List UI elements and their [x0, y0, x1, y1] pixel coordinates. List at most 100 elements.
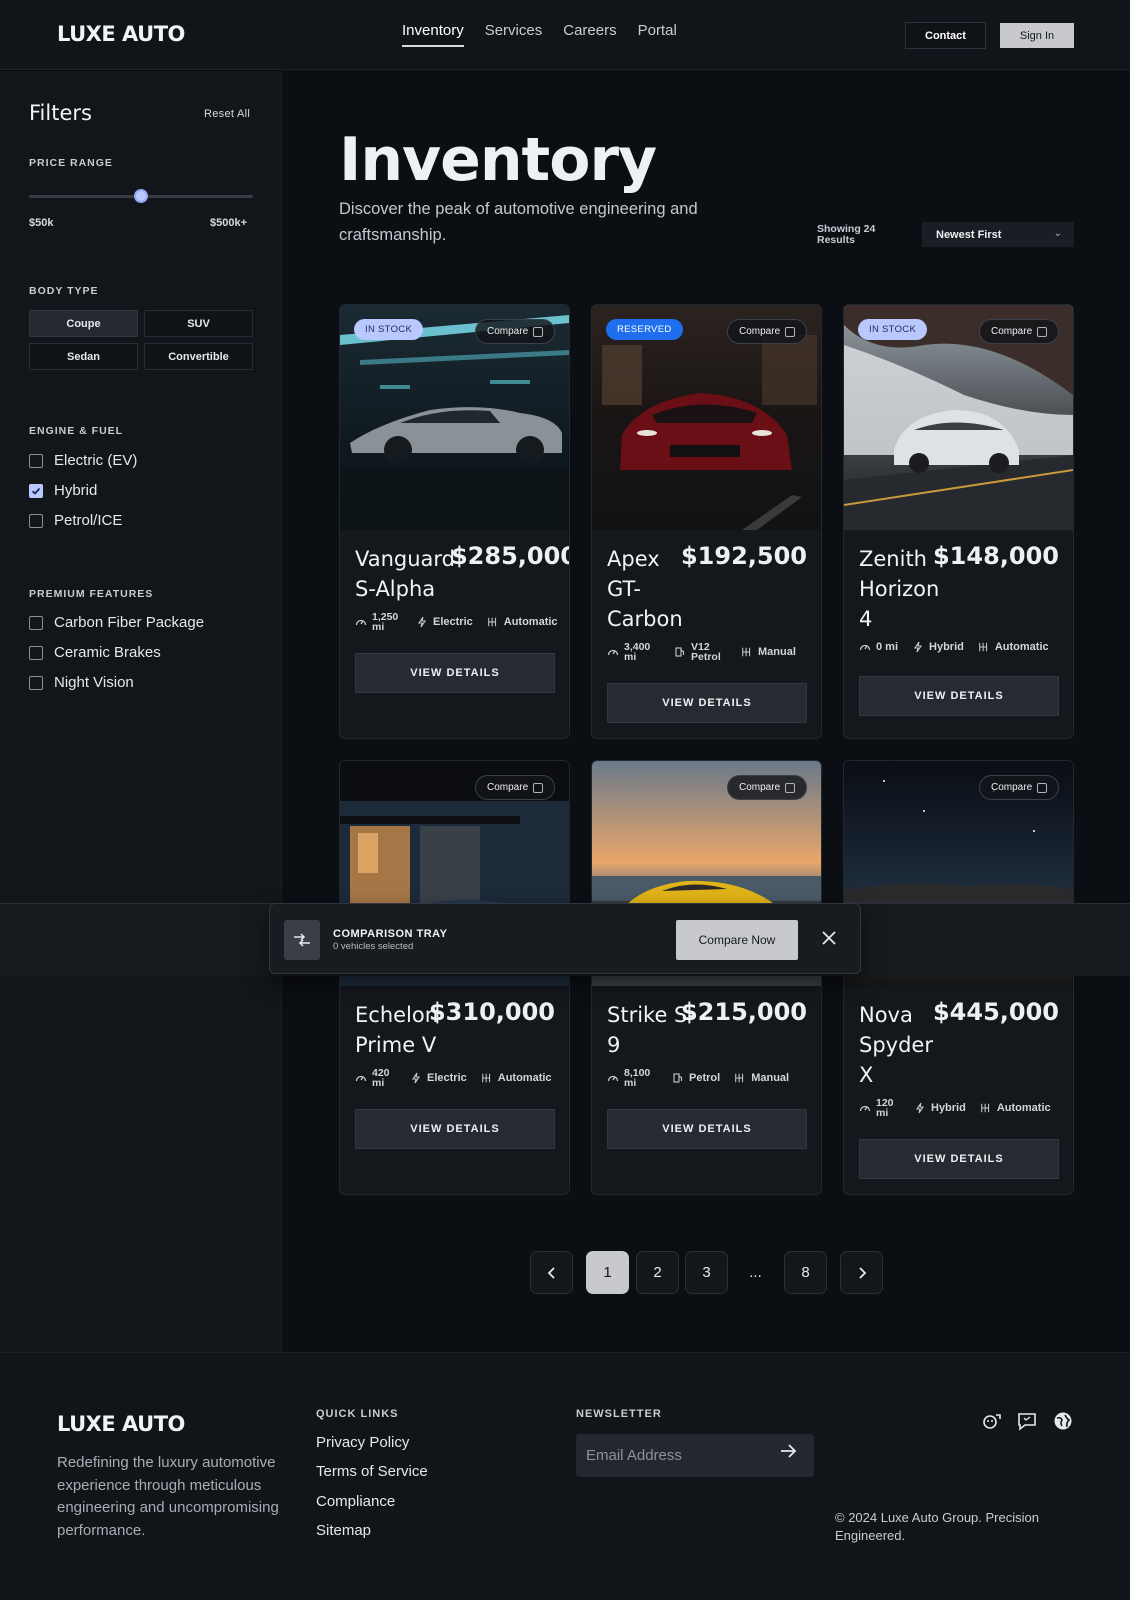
spec-transmission-value: Automatic [497, 1072, 552, 1084]
feature-option-night-vision[interactable]: Night Vision [29, 674, 134, 691]
body-type-label: BODY TYPE [29, 285, 99, 297]
social-community-icon[interactable] [981, 1410, 1003, 1432]
compare-checkbox[interactable] [533, 327, 543, 337]
status-badge: IN STOCK [858, 319, 928, 340]
vehicle-specs: 1,250 mi Electric Automatic [355, 612, 569, 632]
next-page-button[interactable] [840, 1251, 883, 1294]
body-type-sedan[interactable]: Sedan [29, 343, 138, 370]
page-ellipsis: ... [749, 1264, 762, 1281]
view-details-button[interactable]: VIEW DETAILS [607, 1109, 807, 1149]
premium-features-label: PREMIUM FEATURES [29, 588, 154, 600]
checkbox[interactable] [29, 645, 43, 660]
compare-checkbox[interactable] [785, 327, 795, 337]
spec-mileage-value: 8,100 mi [624, 1067, 651, 1089]
compare-toggle[interactable]: Compare [979, 319, 1059, 344]
feature-option-carbon-fiber[interactable]: Carbon Fiber Package [29, 614, 204, 631]
feature-option-label: Ceramic Brakes [54, 644, 161, 661]
sign-in-button[interactable]: Sign In [1000, 23, 1074, 48]
compare-toggle[interactable]: Compare [475, 775, 555, 800]
footer-link-compliance[interactable]: Compliance [316, 1493, 395, 1510]
compare-toggle[interactable]: Compare [979, 775, 1059, 800]
compare-toggle[interactable]: Compare [727, 319, 807, 344]
compare-now-button[interactable]: Compare Now [676, 920, 798, 960]
page-button-3[interactable]: 3 [685, 1251, 728, 1294]
body-type-suv[interactable]: SUV [144, 310, 253, 337]
spec-transmission: Manual [741, 646, 796, 658]
engine-option-electric[interactable]: Electric (EV) [29, 452, 137, 469]
fuel-pump-icon [674, 646, 686, 658]
gears-icon [734, 1072, 746, 1084]
arrow-right-icon[interactable] [780, 1443, 798, 1464]
view-details-button[interactable]: VIEW DETAILS [859, 1139, 1059, 1179]
gears-icon [741, 646, 753, 658]
footer-link-sitemap[interactable]: Sitemap [316, 1522, 371, 1539]
page-button-2[interactable]: 2 [636, 1251, 679, 1294]
spec-mileage-value: 420 mi [372, 1067, 390, 1089]
engine-option-petrol[interactable]: Petrol/ICE [29, 512, 122, 529]
feature-option-label: Night Vision [54, 674, 134, 691]
compare-checkbox[interactable] [1037, 327, 1047, 337]
compare-checkbox[interactable] [1037, 783, 1047, 793]
checkbox[interactable] [29, 675, 43, 690]
body-type-coupe[interactable]: Coupe [29, 310, 138, 337]
feature-option-label: Carbon Fiber Package [54, 614, 205, 631]
compare-checkbox[interactable] [785, 783, 795, 793]
footer-logo[interactable]: LUXE AUTO [57, 1412, 185, 1436]
checkbox[interactable] [29, 453, 43, 468]
gears-icon [980, 1102, 992, 1114]
reset-all-button[interactable]: Reset All [204, 108, 250, 120]
footer-link-privacy[interactable]: Privacy Policy [316, 1434, 409, 1451]
view-details-button[interactable]: VIEW DETAILS [859, 676, 1059, 716]
nav-link-inventory[interactable]: Inventory [402, 22, 464, 47]
view-details-button[interactable]: VIEW DETAILS [355, 1109, 555, 1149]
footer-link-terms[interactable]: Terms of Service [316, 1463, 428, 1480]
spec-fuel: Petrol [672, 1072, 720, 1084]
vehicle-name[interactable]: Apex GT-Carbon [607, 544, 687, 634]
body-type-convertible[interactable]: Convertible [144, 343, 253, 370]
globe-icon[interactable] [1052, 1410, 1074, 1432]
close-icon[interactable] [818, 927, 840, 949]
speedometer-icon [859, 1102, 871, 1114]
newsletter-email-input[interactable] [576, 1434, 814, 1477]
compare-toggle[interactable]: Compare [475, 319, 555, 344]
speedometer-icon [355, 1072, 367, 1084]
compare-toggle[interactable]: Compare [727, 775, 807, 800]
social-chat-icon[interactable] [1016, 1410, 1038, 1432]
vehicle-price: $310,000 [428, 998, 555, 1026]
vehicle-name[interactable]: Nova Spyder X [859, 1000, 939, 1090]
nav-link-services[interactable]: Services [485, 22, 543, 47]
price-min-label: $50k [29, 217, 54, 229]
engine-option-label: Petrol/ICE [54, 512, 123, 529]
compare-checkbox[interactable] [533, 783, 543, 793]
vehicle-specs: 120 mi Hybrid Automatic [859, 1098, 1065, 1118]
quick-links-label: QUICK LINKS [316, 1408, 399, 1420]
nav-link-careers[interactable]: Careers [563, 22, 616, 47]
speedometer-icon [607, 646, 619, 658]
checkbox[interactable] [29, 615, 43, 630]
engine-option-label: Electric (EV) [54, 452, 138, 469]
footer-description: Redefining the luxury automotive experie… [57, 1454, 279, 1539]
contact-button[interactable]: Contact [905, 22, 986, 49]
view-details-button[interactable]: VIEW DETAILS [355, 653, 555, 693]
sort-select[interactable]: Newest First ⌄ [922, 222, 1074, 247]
gears-icon [481, 1072, 493, 1084]
page-button-1[interactable]: 1 [586, 1251, 629, 1294]
view-details-button[interactable]: VIEW DETAILS [607, 683, 807, 723]
bolt-icon [912, 641, 924, 653]
page-button-8[interactable]: 8 [784, 1251, 827, 1294]
checkmark-icon [31, 487, 41, 495]
spec-mileage: 0 mi [859, 641, 898, 653]
checkbox-checked[interactable] [29, 483, 43, 498]
brand-logo[interactable]: LUXE AUTO [57, 22, 185, 46]
prev-page-button[interactable] [530, 1251, 573, 1294]
speedometer-icon [355, 616, 367, 628]
spec-fuel: Electric [410, 1072, 467, 1084]
checkbox[interactable] [29, 513, 43, 528]
results-count: Showing 24 Results [817, 223, 876, 246]
engine-option-hybrid[interactable]: Hybrid [29, 482, 97, 499]
feature-option-ceramic-brakes[interactable]: Ceramic Brakes [29, 644, 161, 661]
spec-fuel-value: Petrol [689, 1072, 721, 1084]
price-slider-handle[interactable] [134, 189, 148, 203]
sort-value: Newest First [936, 228, 1002, 241]
nav-link-portal[interactable]: Portal [638, 22, 677, 47]
